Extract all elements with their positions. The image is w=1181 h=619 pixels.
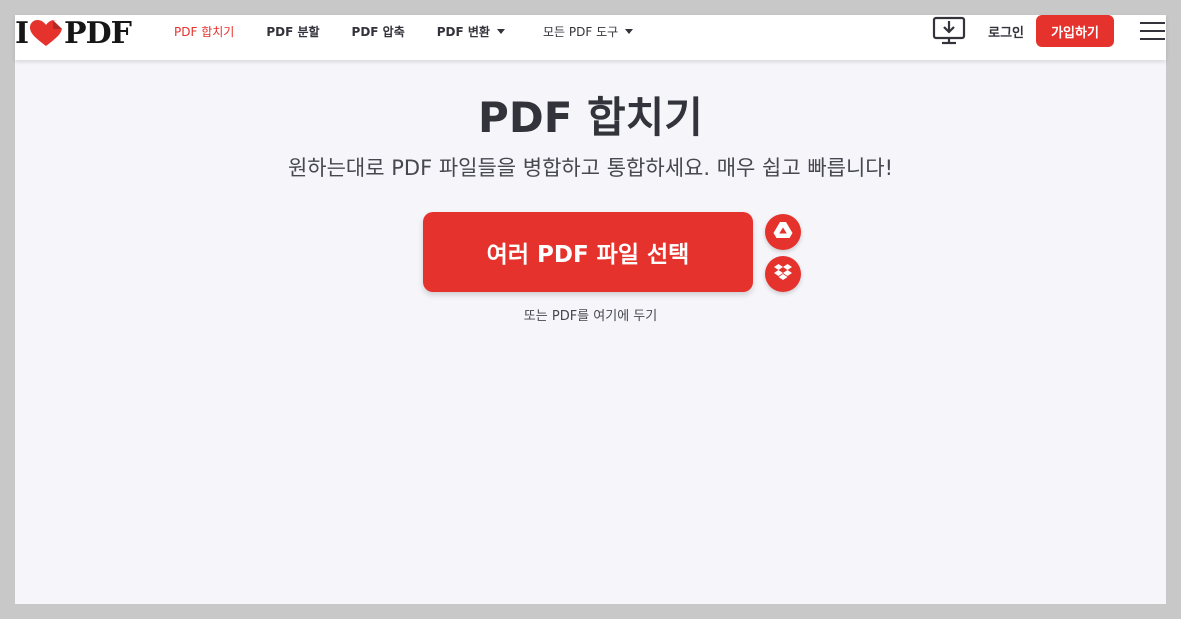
google-drive-button[interactable] <box>765 214 801 250</box>
nav-merge-pdf[interactable]: PDF 합치기 <box>174 23 234 40</box>
nav-convert-pdf[interactable]: PDF 변환 <box>437 23 505 40</box>
drop-hint-text: 또는 PDF를 여기에 두기 <box>523 309 658 324</box>
logo-letter: I <box>15 15 29 51</box>
nav-compress-pdf[interactable]: PDF 압축 <box>352 23 405 40</box>
signup-button[interactable]: 가입하기 <box>1036 15 1114 47</box>
caret-down-icon <box>496 28 505 34</box>
nav-convert-pdf-label: PDF 변환 <box>436 24 490 39</box>
menu-line <box>1140 30 1165 32</box>
heart-icon <box>29 19 63 47</box>
dropbox-button[interactable] <box>765 256 801 292</box>
desktop-download-icon[interactable] <box>932 16 966 46</box>
main-nav: PDF 합치기 PDF 분할 PDF 압축 PDF 변환 모든 PDF 도구 <box>174 15 634 47</box>
menu-line <box>1140 22 1165 24</box>
page-title: PDF 합치기 <box>478 93 703 142</box>
menu-line <box>1140 38 1165 40</box>
nav-compress-pdf-label: PDF 압축 <box>351 24 405 39</box>
nav-all-pdf-tools-label: 모든 PDF 도구 <box>542 24 619 39</box>
logo-word: PDF <box>64 15 132 51</box>
top-navbar: I PDF PDF 합치기 PDF 분할 PDF 압축 PDF 변환 모든 PD… <box>15 15 1166 60</box>
caret-down-icon <box>625 28 634 34</box>
nav-right: 로그인 가입하기 <box>932 15 1166 47</box>
login-link[interactable]: 로그인 <box>988 22 1024 41</box>
select-pdf-files-button[interactable]: 여러 PDF 파일 선택 <box>423 212 753 292</box>
hamburger-menu-icon[interactable] <box>1140 21 1166 41</box>
google-drive-icon <box>773 221 793 243</box>
nav-split-pdf[interactable]: PDF 분할 <box>266 23 319 40</box>
dropbox-icon <box>773 263 793 285</box>
nav-split-pdf-label: PDF 분할 <box>266 24 320 39</box>
page-subtitle: 원하는대로 PDF 파일들을 병합하고 통합하세요. 매우 쉽고 빠릅니다! <box>287 156 894 180</box>
page: I PDF PDF 합치기 PDF 분할 PDF 압축 PDF 변환 모든 PD… <box>15 15 1166 604</box>
nav-merge-pdf-label: PDF 합치기 <box>174 24 235 39</box>
nav-all-pdf-tools[interactable]: 모든 PDF 도구 <box>542 23 634 40</box>
ilovepdf-logo[interactable]: I PDF <box>15 15 132 51</box>
